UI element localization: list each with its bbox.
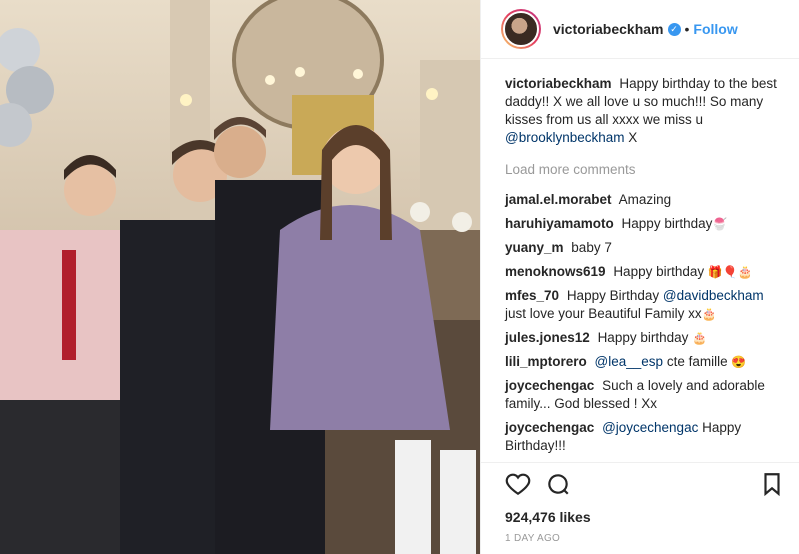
- heart-icon[interactable]: [505, 471, 531, 497]
- comment-emoji: 🎁🎈🎂: [707, 265, 753, 279]
- action-bar: [481, 462, 799, 505]
- comment-username[interactable]: joycechengac: [505, 378, 594, 393]
- verified-badge-icon: ✓: [667, 22, 681, 36]
- header-username[interactable]: victoriabeckham: [553, 21, 664, 37]
- post-header: victoriabeckham ✓ • Follow: [481, 0, 799, 59]
- comment-item: yuany_m baby 7: [505, 239, 785, 257]
- comment-text-after: cte famille: [666, 354, 728, 369]
- comment-username[interactable]: yuany_m: [505, 240, 564, 255]
- caption-username[interactable]: victoriabeckham: [505, 76, 612, 91]
- comment-username[interactable]: menoknows619: [505, 264, 606, 279]
- caption-mention[interactable]: @brooklynbeckham: [505, 130, 625, 145]
- comment-item: haruhiyamamoto Happy birthday🍧: [505, 215, 785, 233]
- comment-username[interactable]: lili_mptorero: [505, 354, 587, 369]
- comment-emoji: 😍: [731, 355, 747, 369]
- caption-suffix: X: [624, 130, 638, 145]
- comment-mention[interactable]: @joycechengac: [602, 420, 698, 435]
- comment-icon[interactable]: [545, 471, 571, 497]
- comment-username[interactable]: haruhiyamamoto: [505, 216, 614, 231]
- load-more-comments-button[interactable]: Load more comments: [505, 161, 785, 179]
- post-photo[interactable]: [0, 0, 480, 554]
- comment-item: mfes_70 Happy Birthday @davidbeckham jus…: [505, 287, 785, 323]
- comment-username[interactable]: joycechengac: [505, 420, 594, 435]
- comment-username[interactable]: mfes_70: [505, 288, 559, 303]
- avatar[interactable]: [501, 9, 541, 49]
- follow-button[interactable]: Follow: [693, 21, 737, 37]
- comments-section: victoriabeckham Happy birthday to the be…: [481, 59, 799, 462]
- comment-text: Happy birthday: [597, 330, 689, 345]
- comment-mention[interactable]: @davidbeckham: [663, 288, 764, 303]
- bookmark-icon[interactable]: [759, 471, 785, 497]
- comment-emoji: 🎂: [692, 331, 708, 345]
- comment-item: jules.jones12 Happy birthday 🎂: [505, 329, 785, 347]
- avatar-image: [503, 11, 539, 47]
- comment-mention[interactable]: @lea__esp: [595, 354, 664, 369]
- comment-text: Happy birthday: [613, 264, 705, 279]
- instagram-post: victoriabeckham ✓ • Follow victoriabeckh…: [0, 0, 799, 554]
- comment-text-after: just love your Beautiful Family xx: [505, 306, 702, 321]
- post-sidebar: victoriabeckham ✓ • Follow victoriabeckh…: [480, 0, 799, 554]
- comment-item: joycechengac Such a lovely and adorable …: [505, 377, 785, 413]
- comment-text: Happy Birthday: [566, 288, 660, 303]
- comment-item: joycechengac @joycechengac Happy Birthda…: [505, 419, 785, 455]
- family-photo-illustration: [0, 0, 480, 554]
- likes-count[interactable]: 924,476 likes: [481, 505, 799, 525]
- comment-item: jamal.el.morabet Amazing: [505, 191, 785, 209]
- comment-emoji: 🍧: [712, 217, 728, 231]
- separator-dot: •: [684, 21, 690, 37]
- caption: victoriabeckham Happy birthday to the be…: [505, 75, 785, 147]
- comment-item: lili_mptorero @lea__esp cte famille 😍: [505, 353, 785, 371]
- comment-text: Happy birthday: [621, 216, 713, 231]
- comment-emoji: 🎂: [701, 307, 717, 321]
- post-date[interactable]: 1 DAY AGO: [481, 525, 799, 554]
- comment-username[interactable]: jules.jones12: [505, 330, 590, 345]
- comment-text: Amazing: [618, 192, 672, 207]
- comment-username[interactable]: jamal.el.morabet: [505, 192, 612, 207]
- comment-text: baby 7: [571, 240, 612, 255]
- comment-item: menoknows619 Happy birthday 🎁🎈🎂: [505, 263, 785, 281]
